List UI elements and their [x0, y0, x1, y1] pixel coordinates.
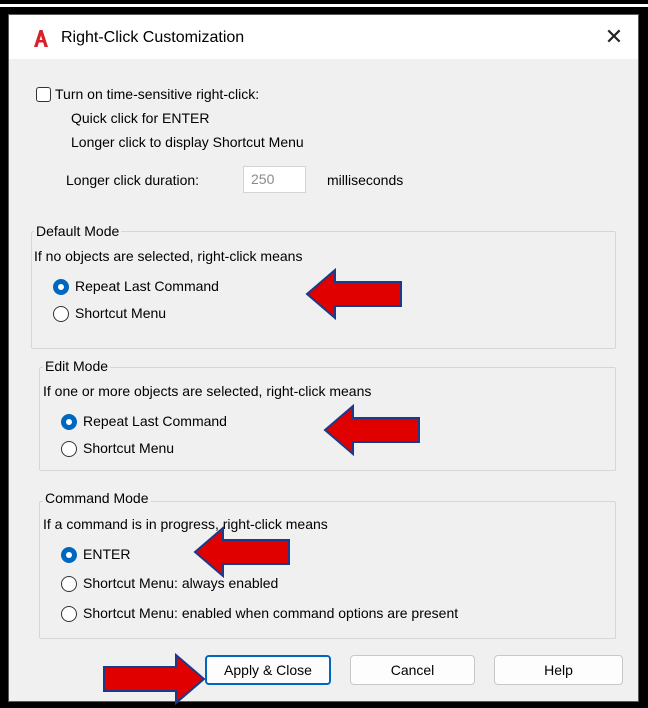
edit-mode-shortcut-label[interactable]: Shortcut Menu	[83, 440, 174, 456]
annotation-arrow-left-icon	[305, 268, 402, 320]
dialog-title: Right-Click Customization	[61, 29, 245, 46]
duration-input[interactable]: 250	[243, 166, 306, 193]
default-mode-legend: Default Mode	[34, 223, 122, 239]
help-button[interactable]: Help	[494, 655, 623, 685]
annotation-arrow-right-icon	[103, 653, 206, 705]
quick-click-note: Quick click for ENTER	[71, 110, 210, 126]
edit-mode-shortcut-radio[interactable]	[61, 441, 77, 457]
command-mode-options-radio[interactable]	[61, 606, 77, 622]
command-mode-enter-label[interactable]: ENTER	[83, 546, 130, 562]
edit-mode-repeat-radio[interactable]	[61, 414, 77, 430]
time-sensitive-label[interactable]: Turn on time-sensitive right-click:	[55, 86, 259, 102]
duration-unit-label: milliseconds	[327, 172, 404, 188]
apply-close-button[interactable]: Apply & Close	[205, 655, 331, 685]
default-mode-repeat-radio[interactable]	[53, 279, 69, 295]
autocad-a-icon	[34, 30, 48, 47]
longer-click-note: Longer click to display Shortcut Menu	[71, 134, 304, 150]
default-mode-shortcut-radio[interactable]	[53, 306, 69, 322]
top-divider-line	[0, 4, 648, 7]
command-mode-options-label[interactable]: Shortcut Menu: enabled when command opti…	[83, 605, 458, 621]
command-mode-legend: Command Mode	[43, 490, 151, 506]
cancel-button[interactable]: Cancel	[350, 655, 475, 685]
annotation-arrow-left-icon	[193, 526, 290, 578]
right-click-customization-dialog: Right-Click Customization ✕ Turn on time…	[8, 14, 639, 702]
duration-label: Longer click duration:	[66, 172, 200, 188]
default-mode-description: If no objects are selected, right-click …	[34, 248, 303, 264]
command-mode-enter-radio[interactable]	[61, 547, 77, 563]
command-mode-always-radio[interactable]	[61, 576, 77, 592]
close-icon[interactable]: ✕	[600, 23, 628, 51]
annotation-arrow-left-icon	[323, 404, 420, 456]
edit-mode-repeat-label[interactable]: Repeat Last Command	[83, 413, 227, 429]
default-mode-shortcut-label[interactable]: Shortcut Menu	[75, 305, 166, 321]
edit-mode-description: If one or more objects are selected, rig…	[43, 383, 372, 399]
title-bar: Right-Click Customization ✕	[9, 15, 638, 59]
edit-mode-legend: Edit Mode	[43, 358, 111, 374]
default-mode-repeat-label[interactable]: Repeat Last Command	[75, 278, 219, 294]
time-sensitive-checkbox[interactable]	[36, 87, 51, 102]
